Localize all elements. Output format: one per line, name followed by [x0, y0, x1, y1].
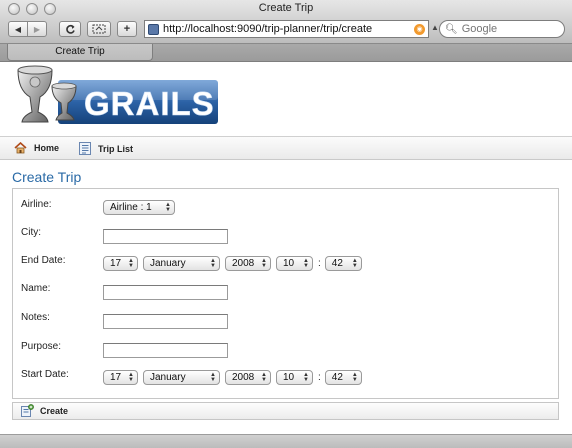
end-date-month-select[interactable]: January ▲ ▼: [143, 256, 220, 271]
forward-button[interactable]: ▶: [27, 21, 47, 37]
tab-create-trip[interactable]: Create Trip: [7, 44, 153, 61]
end-date-hour-select[interactable]: 10 ▲ ▼: [276, 256, 313, 271]
start-date-label: Start Date:: [21, 369, 69, 380]
create-icon: [21, 404, 34, 417]
start-date-month-select[interactable]: January ▲ ▼: [143, 370, 220, 385]
end-date-year-select[interactable]: 2008 ▲ ▼: [225, 256, 271, 271]
end-date-day-select[interactable]: 17 ▲ ▼: [103, 256, 138, 271]
select-arrows-icon: ▲ ▼: [210, 257, 216, 269]
logo-text: GRAILS: [84, 85, 215, 122]
form-row-name: Name:: [13, 283, 558, 301]
rss-icon[interactable]: ◉: [414, 23, 425, 35]
start-date-hour-select[interactable]: 10 ▲ ▼: [276, 370, 313, 385]
start-date-day-select[interactable]: 17 ▲ ▼: [103, 370, 138, 385]
nav-home-label: Home: [34, 143, 60, 153]
status-bar: [0, 434, 572, 448]
select-arrows-icon: ▲ ▼: [165, 201, 171, 213]
select-arrows-icon: ▲ ▼: [128, 257, 134, 269]
form-row-airline: Airline: Airline : 1 ▲ ▼: [13, 199, 558, 217]
plus-icon: +: [123, 23, 131, 35]
back-arrow-icon: ◀: [14, 24, 22, 34]
nav-trip-list-label: Trip List: [98, 143, 134, 154]
form-buttons-bar: Create: [12, 402, 559, 420]
start-date-year-select[interactable]: 2008 ▲ ▼: [225, 370, 271, 385]
snapback-button[interactable]: [87, 21, 111, 37]
snapshot-icon: [92, 24, 106, 34]
city-field[interactable]: [103, 229, 228, 244]
end-date-minute-select[interactable]: 42 ▲ ▼: [324, 256, 362, 271]
tab-bar: Create Trip: [0, 44, 572, 62]
form-row-notes: Notes:: [13, 312, 558, 330]
select-arrows-icon: ▲ ▼: [303, 371, 309, 383]
select-arrows-icon: ▲ ▼: [128, 371, 134, 383]
site-icon: [148, 23, 159, 35]
search-box[interactable]: 🔍︎: [439, 20, 565, 38]
create-trip-form: Airline: Airline : 1 ▲▼ City: End Date:: [12, 188, 559, 399]
address-bar[interactable]: http://localhost:9090/trip-planner/trip/…: [144, 20, 429, 38]
nav-trip-list-link[interactable]: Trip List: [79, 142, 133, 155]
purpose-label: Purpose:: [21, 341, 62, 352]
airline-select[interactable]: Airline : 1 ▲ ▼: [103, 200, 175, 215]
reload-button[interactable]: [59, 21, 81, 37]
time-separator: :: [318, 258, 321, 269]
name-label: Name:: [21, 283, 51, 294]
create-button[interactable]: Create: [21, 404, 68, 417]
page-title: Create Trip: [12, 169, 82, 185]
notes-field[interactable]: [103, 314, 228, 329]
end-date-label: End Date:: [21, 255, 66, 266]
browser-toolbar: Create Trip ◀ ▶ + http://localhost:9090/…: [0, 0, 572, 44]
city-label: City:: [21, 227, 41, 238]
forward-arrow-icon: ▶: [33, 24, 41, 34]
grails-logo: GRAILS: [17, 65, 218, 124]
search-icon: 🔍︎: [445, 23, 458, 35]
time-separator: :: [318, 372, 321, 383]
select-arrows-icon: ▲ ▼: [351, 371, 358, 383]
window-title: Create Trip: [258, 2, 314, 14]
select-arrows-icon: ▲ ▼: [303, 257, 309, 269]
create-button-label: Create: [40, 405, 69, 416]
select-arrows-icon: ▲ ▼: [261, 371, 267, 383]
nav-home-link[interactable]: Home: [14, 142, 59, 154]
notes-label: Notes:: [21, 312, 50, 323]
select-arrows-icon: ▲ ▼: [210, 371, 216, 383]
add-bookmark-button[interactable]: +: [117, 21, 137, 37]
search-input[interactable]: [461, 23, 557, 35]
nav-bar: Home Trip List: [0, 136, 572, 160]
reload-icon: [65, 24, 75, 34]
url-text[interactable]: http://localhost:9090/trip-planner/trip/…: [163, 23, 414, 35]
purpose-field[interactable]: [103, 343, 228, 358]
chevron-up-icon[interactable]: ▲: [431, 23, 439, 32]
header: GRAILS: [0, 62, 572, 134]
list-icon: [79, 142, 91, 155]
start-date-minute-select[interactable]: 42 ▲ ▼: [324, 370, 362, 385]
back-button[interactable]: ◀: [8, 21, 28, 37]
airline-label: Airline:: [21, 199, 52, 210]
form-row-city: City:: [13, 227, 558, 245]
web-page: GRAILS Home Trip List Create Trip Airlin…: [0, 62, 572, 448]
select-arrows-icon: ▲ ▼: [351, 257, 358, 269]
select-arrows-icon: ▲ ▼: [261, 257, 267, 269]
name-field[interactable]: [103, 285, 228, 300]
form-row-end-date: End Date: 17 ▲ ▼ January ▲ ▼ 2008 ▲ ▼ 10…: [13, 255, 558, 273]
home-icon: [14, 142, 27, 154]
browser-window: Create Trip ◀ ▶ + http://localhost:9090/…: [0, 0, 572, 448]
form-row-purpose: Purpose:: [13, 341, 558, 359]
form-row-start-date: Start Date: 17 ▲▼ January ▲▼ 2008 ▲▼: [13, 369, 558, 387]
